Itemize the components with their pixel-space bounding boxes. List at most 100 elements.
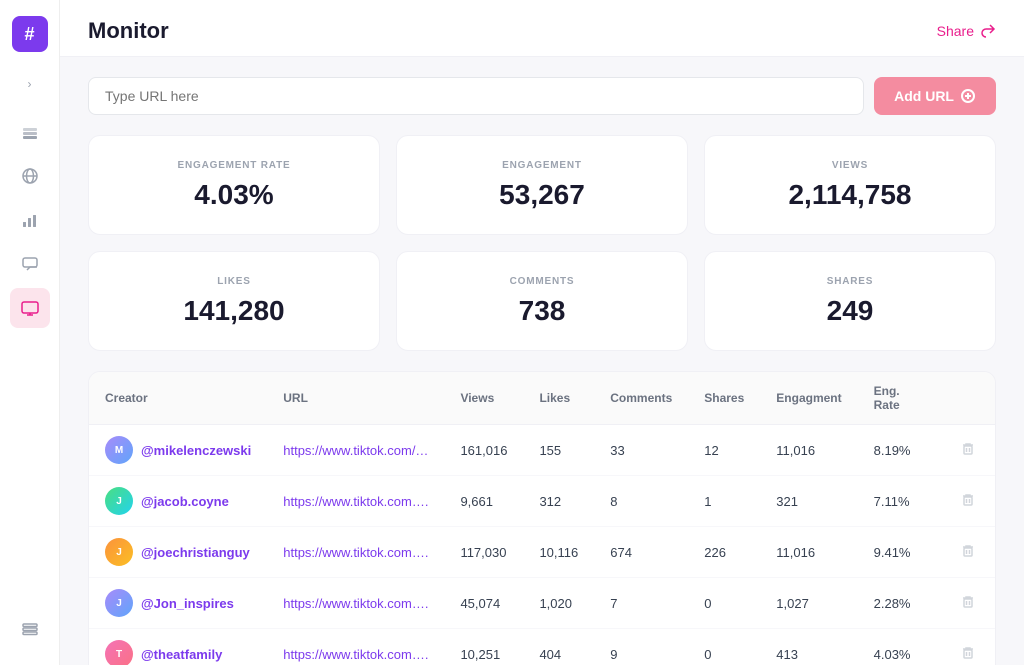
col-comments: Comments: [594, 372, 688, 425]
cell-delete: [941, 476, 995, 527]
creator-name[interactable]: @Jon_inspires: [141, 596, 234, 611]
avatar: M: [105, 436, 133, 464]
cell-engagement: 11,016: [760, 425, 857, 476]
add-url-button[interactable]: Add URL: [874, 77, 996, 115]
table-body: M @mikelenczewski https://www.tiktok.com…: [89, 425, 995, 665]
cell-comments: 33: [594, 425, 688, 476]
cell-url: https://www.tiktok.com….: [267, 578, 444, 629]
url-link[interactable]: https://www.tiktok.com/…: [283, 443, 428, 458]
cell-eng-rate: 7.11%: [858, 476, 941, 527]
table-row: T @theatfamily https://www.tiktok.com…. …: [89, 629, 995, 665]
stat-value-engagement-rate: 4.03%: [194, 179, 273, 211]
sidebar-bottom: [10, 609, 50, 649]
trash-icon: [961, 595, 975, 609]
creator-name[interactable]: @theatfamily: [141, 647, 222, 662]
url-bar: Add URL: [88, 77, 996, 115]
creator-name[interactable]: @joechristianguy: [141, 545, 250, 560]
avatar: J: [105, 589, 133, 617]
stat-label-engagement-rate: ENGAGEMENT RATE: [178, 160, 291, 171]
data-table-container: Creator URL Views Likes Comments Shares …: [88, 371, 996, 665]
delete-row-button[interactable]: [957, 491, 979, 512]
cell-creator: J @jacob.coyne: [89, 476, 267, 527]
cell-eng-rate: 9.41%: [858, 527, 941, 578]
creator-name[interactable]: @mikelenczewski: [141, 443, 251, 458]
table-row: J @Jon_inspires https://www.tiktok.com….…: [89, 578, 995, 629]
sidebar-item-comments[interactable]: [10, 244, 50, 284]
url-input[interactable]: [88, 77, 864, 115]
trash-icon: [961, 442, 975, 456]
sidebar-item-monitor[interactable]: [10, 288, 50, 328]
cell-url: https://www.tiktok.com….: [267, 629, 444, 665]
col-shares: Shares: [688, 372, 760, 425]
cell-delete: [941, 425, 995, 476]
page-title: Monitor: [88, 18, 169, 44]
stat-value-comments: 738: [519, 295, 566, 327]
share-icon: [980, 23, 996, 39]
cell-delete: [941, 527, 995, 578]
sidebar-item-layers[interactable]: [10, 112, 50, 152]
avatar: J: [105, 538, 133, 566]
chat-icon: [20, 254, 40, 274]
stat-card-engagement: ENGAGEMENT 53,267: [396, 135, 688, 235]
sidebar-item-globe[interactable]: [10, 156, 50, 196]
cell-delete: [941, 578, 995, 629]
stats-grid: ENGAGEMENT RATE 4.03% ENGAGEMENT 53,267 …: [88, 135, 996, 351]
stat-card-engagement-rate: ENGAGEMENT RATE 4.03%: [88, 135, 380, 235]
stat-card-comments: COMMENTS 738: [396, 251, 688, 351]
share-label: Share: [937, 23, 974, 39]
sidebar-item-analytics[interactable]: [10, 200, 50, 240]
table-header: Creator URL Views Likes Comments Shares …: [89, 372, 995, 425]
cell-eng-rate: 4.03%: [858, 629, 941, 665]
main-content: Monitor Share Add URL ENGAGEME: [60, 0, 1024, 665]
cell-engagement: 321: [760, 476, 857, 527]
chart-bar-icon: [20, 210, 40, 230]
sidebar-item-settings[interactable]: [10, 609, 50, 649]
avatar: T: [105, 640, 133, 665]
col-engagement: Engagment: [760, 372, 857, 425]
url-link[interactable]: https://www.tiktok.com….: [283, 647, 428, 662]
stat-value-shares: 249: [827, 295, 874, 327]
stat-card-shares: SHARES 249: [704, 251, 996, 351]
share-button[interactable]: Share: [937, 23, 996, 39]
creator-name[interactable]: @jacob.coyne: [141, 494, 229, 509]
globe-icon: [20, 166, 40, 186]
cell-delete: [941, 629, 995, 665]
cell-views: 45,074: [444, 578, 523, 629]
trash-icon: [961, 544, 975, 558]
cell-comments: 8: [594, 476, 688, 527]
cell-eng-rate: 2.28%: [858, 578, 941, 629]
stat-value-engagement: 53,267: [499, 179, 585, 211]
stat-label-shares: SHARES: [827, 276, 873, 287]
url-link[interactable]: https://www.tiktok.com….: [283, 494, 428, 509]
delete-row-button[interactable]: [957, 593, 979, 614]
stat-label-views: VIEWS: [832, 160, 868, 171]
col-actions: [941, 372, 995, 425]
stat-card-views: VIEWS 2,114,758: [704, 135, 996, 235]
table-row: J @joechristianguy https://www.tiktok.co…: [89, 527, 995, 578]
cell-comments: 9: [594, 629, 688, 665]
cell-shares: 0: [688, 629, 760, 665]
col-likes: Likes: [523, 372, 594, 425]
app-logo[interactable]: #: [12, 16, 48, 52]
content-area: Add URL ENGAGEMENT RATE 4.03% ENGAGEMENT…: [60, 57, 1024, 665]
table-row: M @mikelenczewski https://www.tiktok.com…: [89, 425, 995, 476]
cell-likes: 155: [523, 425, 594, 476]
delete-row-button[interactable]: [957, 644, 979, 665]
trash-icon: [961, 493, 975, 507]
layers-icon: [20, 122, 40, 142]
trash-icon: [961, 646, 975, 660]
stat-card-likes: LIKES 141,280: [88, 251, 380, 351]
cell-shares: 0: [688, 578, 760, 629]
sidebar-collapse-button[interactable]: ›: [18, 72, 42, 96]
delete-row-button[interactable]: [957, 542, 979, 563]
stat-value-likes: 141,280: [183, 295, 284, 327]
url-link[interactable]: https://www.tiktok.com….: [283, 545, 428, 560]
url-link[interactable]: https://www.tiktok.com….: [283, 596, 428, 611]
header: Monitor Share: [60, 0, 1024, 57]
cell-views: 161,016: [444, 425, 523, 476]
cell-engagement: 413: [760, 629, 857, 665]
cell-engagement: 11,016: [760, 527, 857, 578]
stat-label-engagement: ENGAGEMENT: [502, 160, 582, 171]
logo-icon: #: [24, 24, 34, 45]
delete-row-button[interactable]: [957, 440, 979, 461]
